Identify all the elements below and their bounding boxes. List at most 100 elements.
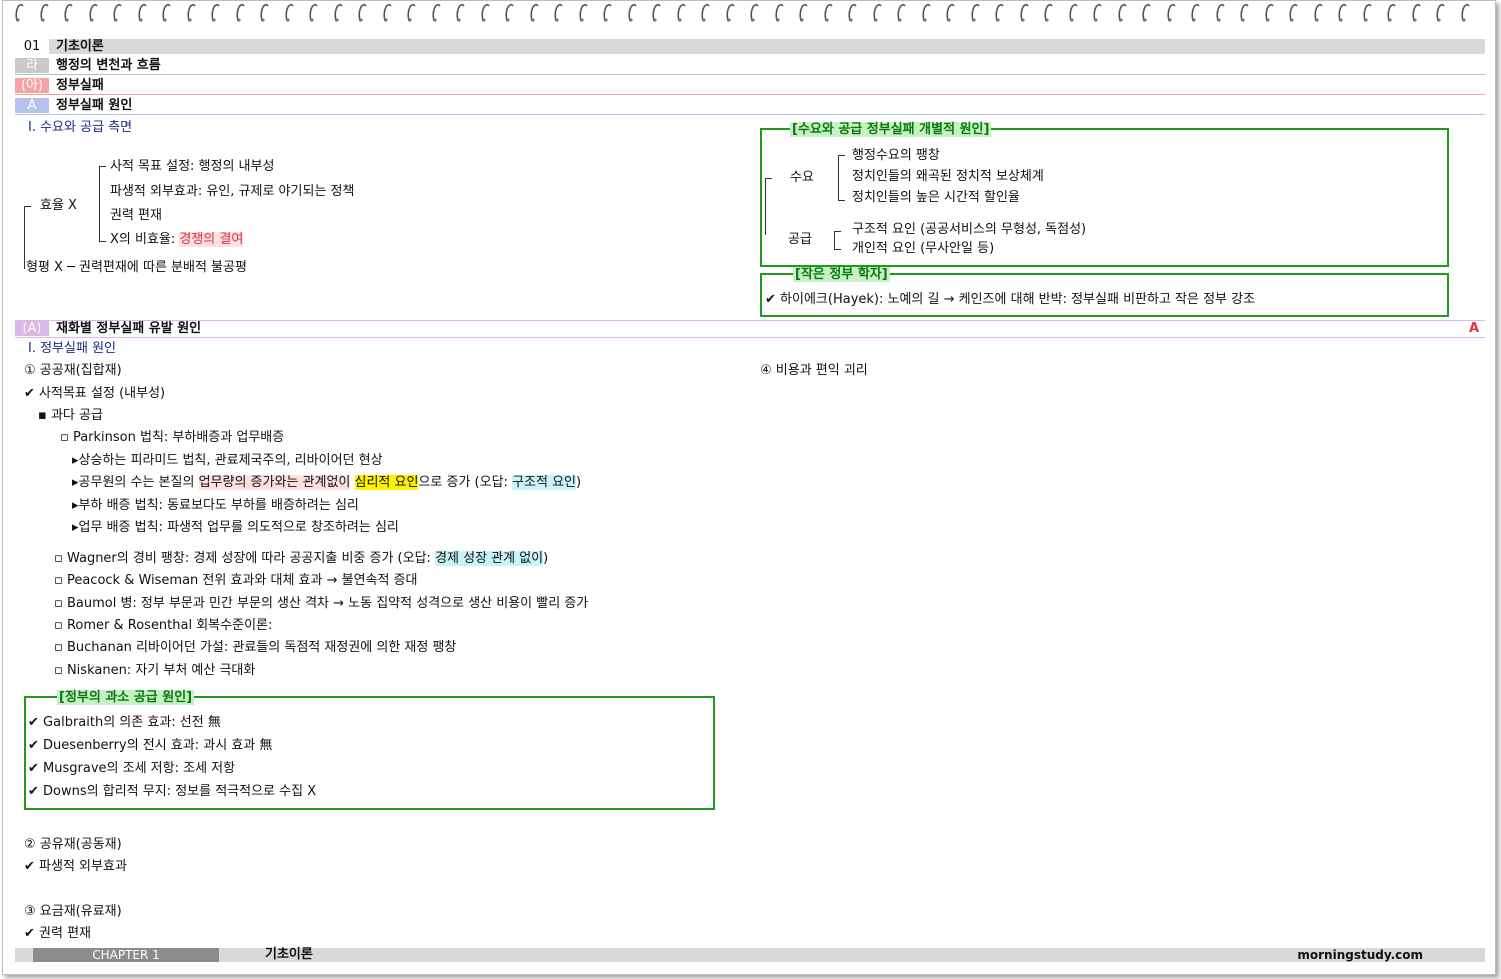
topic-letter: A bbox=[15, 98, 49, 113]
common-goods-label: ② 공유재(공동재) bbox=[24, 837, 122, 852]
gov-failure-causes-heading: Ⅰ. 정부실패 원인 bbox=[28, 341, 116, 356]
footer-site: morningstudy.com bbox=[1297, 948, 1423, 962]
romer-text: Romer & Rosenthal 회복수준이론: bbox=[66, 618, 273, 633]
demand-label: 수요 bbox=[790, 170, 814, 185]
spiral-ring-icon bbox=[774, 3, 784, 22]
demand-supply-heading: Ⅰ. 수요와 공급 측면 bbox=[28, 120, 133, 135]
supply-item-1: 구조적 요인 (공공서비스의 무형성, 독점성) bbox=[852, 222, 1087, 237]
section-underline bbox=[15, 74, 1485, 75]
section-title: 행정의 변천과 흐름 bbox=[56, 58, 161, 73]
spiral-ring-icon bbox=[848, 3, 857, 22]
subsection-bar: (아) 정부실패 bbox=[15, 78, 1485, 93]
box-outer-bracket bbox=[765, 178, 772, 235]
public-goods-label: ① 공공재(집합재) bbox=[24, 363, 122, 378]
spiral-ring-icon bbox=[1117, 3, 1127, 22]
goods-bar-mark: A bbox=[1468, 321, 1479, 336]
spiral-ring-icon bbox=[1460, 3, 1470, 22]
peacock-line: ▫ Peacock & Wiseman 전위 효과와 대체 효과 → 불연속적 … bbox=[54, 573, 418, 589]
footer-chapter: CHAPTER 1 bbox=[33, 948, 219, 962]
efficiency-item-3: 권력 편재 bbox=[110, 208, 162, 223]
goods-bar-overline bbox=[15, 320, 1485, 321]
galbraith-line: ✔ Galbraith의 의존 효과: 선전 無 bbox=[28, 715, 221, 731]
undersupply-box-title: [정부의 과소 공급 원인] bbox=[57, 690, 195, 705]
spiral-ring-icon bbox=[235, 3, 245, 22]
spiral-ring-icon bbox=[358, 3, 367, 22]
spiral-ring-icon bbox=[750, 3, 759, 22]
spiral-ring-icon bbox=[652, 3, 661, 22]
check-icon: ✔ bbox=[28, 738, 39, 753]
niskanen-line: ▫ Niskanen: 자기 부처 예산 극대화 bbox=[54, 663, 255, 679]
topic-underline bbox=[15, 114, 1485, 115]
parkinson-item-3: ▸부하 배증 법칙: 동료보다도 부하를 배증하려는 심리 bbox=[72, 498, 359, 514]
spiral-ring-icon bbox=[799, 3, 808, 22]
spiral-ring-icon bbox=[1191, 3, 1200, 22]
hollow-bullet-icon: ▫ bbox=[54, 663, 63, 678]
parkinson-line: ▫ Parkinson 법칙: 부하배증과 업무배증 bbox=[60, 430, 284, 446]
efficiency-item-1: 사적 목표 설정: 행정의 내부성 bbox=[110, 159, 275, 174]
spiral-ring-icon bbox=[1019, 3, 1029, 22]
pk2-pre: 공무원의 수는 본질의 bbox=[78, 475, 199, 490]
parkinson-item-2: ▸공무원의 수는 본질의 업무량의 증가와는 관계없이 심리적 요인으로 증가 … bbox=[72, 475, 581, 491]
section-bar: 라 행정의 변천과 흐름 bbox=[15, 58, 1485, 73]
goods-bar-underline bbox=[15, 337, 1485, 338]
x-inefficiency-label: X의 비효율: bbox=[110, 232, 180, 247]
spiral-ring-icon bbox=[578, 3, 588, 22]
spiral-ring-icon bbox=[921, 3, 931, 22]
page-footer: CHAPTER 1 기초이론 morningstudy.com bbox=[15, 948, 1485, 962]
spiral-ring-icon bbox=[823, 3, 833, 22]
spiral-ring-icon bbox=[186, 3, 196, 22]
spiral-ring-icon bbox=[211, 3, 220, 22]
romer-line: ▫ Romer & Rosenthal 회복수준이론: bbox=[54, 618, 272, 634]
musgrave-line: ✔ Musgrave의 조세 저항: 조세 저항 bbox=[28, 761, 235, 777]
check-icon: ✔ bbox=[24, 386, 35, 401]
spiral-ring-icon bbox=[946, 3, 955, 22]
spiral-ring-icon bbox=[1313, 3, 1323, 22]
spiral-ring-icon bbox=[15, 3, 24, 22]
downs-text: Downs의 합리적 무지: 정보를 적극적으로 수집 X bbox=[43, 784, 317, 799]
footer-title: 기초이론 bbox=[265, 947, 313, 962]
square-bullet-icon: ▪ bbox=[38, 408, 47, 423]
spiral-binding bbox=[0, 0, 1501, 26]
private-goal-text: 사적목표 설정 (내부성) bbox=[39, 386, 166, 401]
spiral-ring-icon bbox=[676, 3, 686, 22]
spiral-ring-icon bbox=[1044, 3, 1053, 22]
parkinson-item-1-text: 상승하는 피라미드 법칙, 관료제국주의, 리바이어던 현상 bbox=[78, 453, 383, 468]
wagner-cyan-highlight: 경제 성장 관계 없이 bbox=[435, 551, 544, 566]
hollow-bullet-icon: ▫ bbox=[54, 596, 63, 611]
spiral-ring-icon bbox=[1166, 3, 1176, 22]
peacock-text: Peacock & Wiseman 전위 효과와 대체 효과 → 불연속적 증대 bbox=[66, 573, 418, 588]
pk2-mid: 으로 증가 (오답: bbox=[418, 475, 513, 490]
buchanan-text: Buchanan 리바이어던 가설: 관료들의 독점적 재정권에 의한 재정 팽… bbox=[66, 640, 457, 655]
check-icon: ✔ bbox=[765, 292, 776, 307]
pk2-pink-highlight: 업무량의 증가와는 관계없이 bbox=[198, 475, 351, 490]
check-icon: ✔ bbox=[28, 761, 39, 776]
private-goal-line: ✔ 사적목표 설정 (내부성) bbox=[24, 386, 165, 402]
pk2-cyan-highlight: 구조적 요인 bbox=[512, 475, 576, 490]
spiral-ring-icon bbox=[1142, 3, 1151, 22]
efficiency-label: 효율 X bbox=[40, 198, 77, 213]
efficiency-bracket bbox=[99, 166, 106, 242]
parkinson-item-3-text: 부하 배증 법칙: 동료보다도 부하를 배증하려는 심리 bbox=[78, 498, 359, 513]
hollow-bullet-icon: ▫ bbox=[54, 640, 63, 655]
spiral-ring-icon bbox=[260, 3, 269, 22]
spiral-ring-icon bbox=[309, 3, 318, 22]
supply-label: 공급 bbox=[788, 232, 812, 247]
check-icon: ✔ bbox=[28, 784, 39, 799]
chapter-bar: 01 기초이론 bbox=[15, 39, 1485, 54]
niskanen-text: Niskanen: 자기 부처 예산 극대화 bbox=[66, 663, 256, 678]
wagner-end: ) bbox=[543, 551, 549, 566]
spiral-ring-icon bbox=[529, 3, 539, 22]
topic-bar: A 정부실패 원인 bbox=[15, 98, 1485, 113]
spiral-ring-icon bbox=[88, 3, 98, 22]
spiral-ring-icon bbox=[1289, 3, 1298, 22]
small-government-box-title: [작은 정부 학자] bbox=[793, 267, 890, 282]
pk2-yellow-highlight: 심리적 요인 bbox=[354, 475, 419, 490]
wagner-line: ▫ Wagner의 경비 팽창: 경제 성장에 따라 공공지출 비중 증가 (오… bbox=[54, 551, 548, 567]
equity-line: 형평 X ─ 권력편재에 따른 분배적 불공평 bbox=[26, 260, 247, 275]
spiral-ring-icon bbox=[1362, 3, 1372, 22]
spiral-ring-icon bbox=[505, 3, 514, 22]
spiral-ring-icon bbox=[480, 3, 490, 22]
spiral-ring-icon bbox=[382, 3, 392, 22]
chapter-title: 기초이론 bbox=[56, 39, 104, 54]
downs-line: ✔ Downs의 합리적 무지: 정보를 적극적으로 수집 X bbox=[28, 784, 316, 800]
